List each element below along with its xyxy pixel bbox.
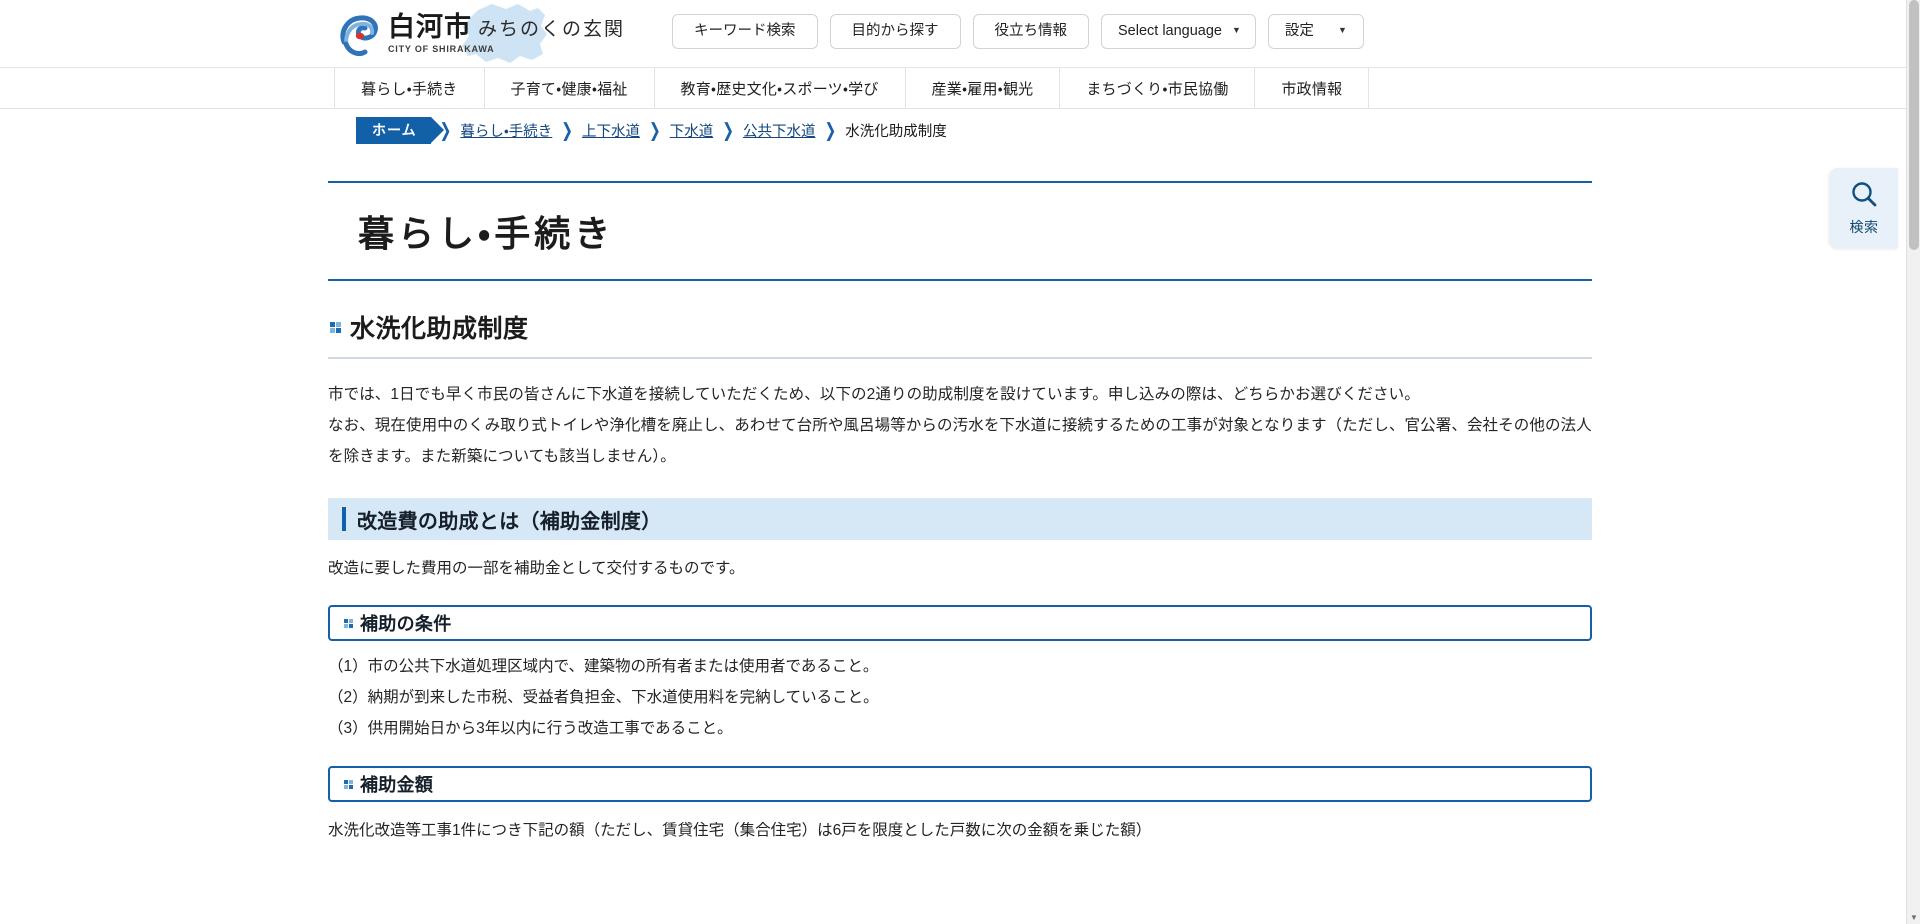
shirakawa-swirl-logo-icon <box>338 12 380 56</box>
list-item: （3）供用開始日から3年以内に行う改造工事であること。 <box>328 720 733 738</box>
nav-label: 教育・歴史文化・スポーツ・学び <box>680 80 879 98</box>
settings-label: 設定 <box>1284 23 1314 40</box>
list-item: （2）納期が到来した市税、受益者負担金、下水道使用料を完納していること。 <box>328 689 879 707</box>
chevron-right-icon: ❯ <box>824 118 837 141</box>
header-actions: キーワード検索 目的から探す 役立ち情報 Select language ▼ 設… <box>672 14 1364 49</box>
select-language-label: Select language <box>1118 23 1222 40</box>
nav-label: 子育て・健康・福祉 <box>510 80 628 98</box>
conditions-title: 補助の条件 <box>360 614 452 636</box>
search-by-purpose-label: 目的から探す <box>851 23 939 40</box>
brand-tagline: みちのくの玄関 <box>478 18 626 41</box>
subsection-title: 改造費の助成とは（補助金制度） <box>357 508 662 533</box>
amount-paragraph: 水洗化改造等工事1件につき下記の額（ただし、賃貸住宅（集合住宅）は6戸を限度とし… <box>328 822 1152 840</box>
section-heading-row: 水洗化助成制度 <box>328 309 1592 359</box>
global-navigation: 暮らし・手続き 子育て・健康・福祉 教育・歴史文化・スポーツ・学び 産業・雇用・… <box>0 68 1920 109</box>
nav-label: まちづくり・市民協働 <box>1086 80 1229 98</box>
chevron-right-icon: ❯ <box>439 118 452 141</box>
amount-title: 補助金額 <box>360 775 434 797</box>
settings-button[interactable]: 設定 ▼ <box>1267 14 1364 49</box>
chevron-right-icon: ❯ <box>722 118 734 141</box>
chevron-down-icon: ▼ <box>1338 25 1347 35</box>
keyword-search-button[interactable]: キーワード検索 <box>672 14 818 49</box>
list-item: （1）市の公共下水道処理区域内で、建築物の所有者または使用者であること。 <box>328 658 879 676</box>
four-square-bullet-icon <box>330 321 341 333</box>
site-brand[interactable]: 白河市 みちのくの玄関 CITY OF SHIRAKAWA <box>338 12 625 56</box>
four-square-bullet-icon <box>344 618 353 628</box>
conditions-heading-box: 補助の条件 <box>328 605 1592 642</box>
chevron-down-icon: ▼ <box>1232 25 1241 35</box>
useful-info-button[interactable]: 役立ち情報 <box>972 14 1089 49</box>
amount-heading-box: 補助金額 <box>328 766 1592 803</box>
nav-label: 産業・雇用・観光 <box>931 80 1034 98</box>
select-language-button[interactable]: Select language ▼ <box>1101 14 1256 49</box>
nav-item-shisei[interactable]: 市政情報 <box>1254 68 1370 108</box>
nav-item-kurashi[interactable]: 暮らし・手続き <box>334 68 484 108</box>
nav-label: 暮らし・手続き <box>361 80 458 98</box>
breadcrumb-home[interactable]: ホーム <box>356 116 444 144</box>
breadcrumb-link-kurashi[interactable]: 暮らし・手続き <box>460 120 552 141</box>
page-title: 暮らし・手続き <box>358 213 615 255</box>
breadcrumb-current: 水洗化助成制度 <box>845 123 947 140</box>
conditions-list: （1）市の公共下水道処理区域内で、建築物の所有者または使用者であること。 （2）… <box>328 651 1592 744</box>
page-title-hero: 暮らし・手続き <box>328 181 1592 281</box>
page-root: 白河市 みちのくの玄関 CITY OF SHIRAKAWA キーワード検索 目的… <box>0 0 1920 924</box>
keyword-search-label: キーワード検索 <box>694 23 796 40</box>
nav-item-kyoiku[interactable]: 教育・歴史文化・スポーツ・学び <box>653 68 905 108</box>
accent-bar <box>342 507 346 531</box>
intro-paragraph-1: 市では、1日でも早く市民の皆さんに下水道を接続していただくため、以下の2通りの助… <box>328 386 1420 403</box>
breadcrumb-link-gesuido[interactable]: 下水道 <box>670 120 714 141</box>
chevron-right-icon: ❯ <box>561 118 573 141</box>
breadcrumb-link-jogesuido[interactable]: 上下水道 <box>582 120 640 141</box>
section-title: 水洗化助成制度 <box>350 314 529 343</box>
breadcrumb-link-kokyo-gesuido[interactable]: 公共下水道 <box>743 120 816 141</box>
search-tab-label: 検索 <box>1849 219 1879 235</box>
nav-item-sangyo[interactable]: 産業・雇用・観光 <box>904 68 1060 108</box>
brand-name: 白河市 <box>388 11 472 43</box>
breadcrumb-home-label: ホーム <box>372 122 417 138</box>
intro-text-block: 市では、1日でも早く市民の皆さんに下水道を接続していただくため、以下の2通りの助… <box>328 379 1592 472</box>
subsection-paragraph: 改造に要した費用の一部を補助金として交付するものです。 <box>328 560 745 577</box>
search-by-purpose-button[interactable]: 目的から探す <box>829 14 961 49</box>
chevron-right-icon: ❯ <box>649 118 661 141</box>
vertical-scrollbar[interactable]: ▲ ▼ <box>1906 0 1920 924</box>
subsection-heading-band: 改造費の助成とは（補助金制度） <box>328 498 1592 540</box>
scrollbar-thumb[interactable] <box>1909 0 1919 250</box>
nav-label: 市政情報 <box>1281 80 1343 98</box>
useful-info-label: 役立ち情報 <box>994 23 1068 40</box>
nav-item-machizukuri[interactable]: まちづくり・市民協働 <box>1059 68 1254 108</box>
intro-paragraph-2: なお、現在使用中のくみ取り式トイレや浄化槽を廃止し、あわせて台所や風呂場等からの… <box>328 417 1592 465</box>
scroll-down-arrow-icon[interactable]: ▼ <box>1907 910 1920 924</box>
brand-english-name: CITY OF SHIRAKAWA <box>388 44 495 55</box>
nav-item-kosodate[interactable]: 子育て・健康・福祉 <box>483 68 654 108</box>
main-content: 暮らし・手続き 水洗化助成制度 市では、1日でも早く市民の皆さんに下水道を接続し… <box>328 151 1592 846</box>
four-square-bullet-icon <box>344 779 353 789</box>
search-icon <box>1849 179 1879 214</box>
site-header: 白河市 みちのくの玄関 CITY OF SHIRAKAWA キーワード検索 目的… <box>0 0 1920 68</box>
breadcrumb: ホーム ❯ 暮らし・手続き ❯ 上下水道 ❯ 下水道 ❯ 公共下水道 ❯ 水洗化… <box>0 109 1920 151</box>
floating-search-tab[interactable]: 検索 <box>1830 168 1898 248</box>
